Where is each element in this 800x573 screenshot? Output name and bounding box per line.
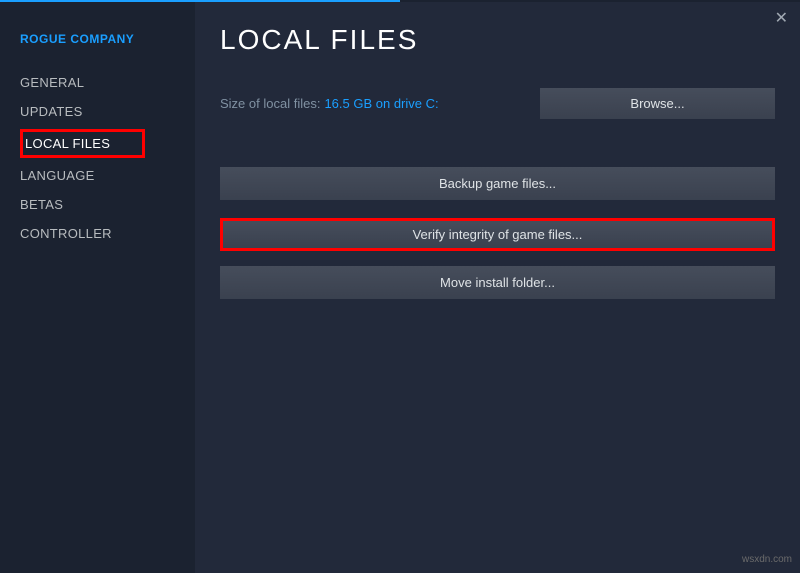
browse-button[interactable]: Browse... [540,88,775,119]
watermark: wsxdn.com [742,554,792,565]
sidebar-item-general[interactable]: GENERAL [20,68,195,97]
move-folder-button[interactable]: Move install folder... [220,266,775,299]
sidebar-item-betas[interactable]: BETAS [20,190,195,219]
size-row: Size of local files: 16.5 GB on drive C:… [220,88,775,119]
size-label: Size of local files: [220,96,320,111]
sidebar-item-updates[interactable]: UPDATES [20,97,195,126]
sidebar-item-language[interactable]: LANGUAGE [20,161,195,190]
page-title: LOCAL FILES [220,24,775,56]
main-panel: LOCAL FILES Size of local files: 16.5 GB… [195,2,800,573]
sidebar-item-controller[interactable]: CONTROLLER [20,219,195,248]
backup-button[interactable]: Backup game files... [220,167,775,200]
verify-integrity-button[interactable]: Verify integrity of game files... [220,218,775,251]
sidebar-item-local-files[interactable]: LOCAL FILES [20,129,145,158]
main-container: ROGUE COMPANY GENERAL UPDATES LOCAL FILE… [0,2,800,573]
sidebar: ROGUE COMPANY GENERAL UPDATES LOCAL FILE… [0,2,195,573]
sidebar-title: ROGUE COMPANY [20,32,195,46]
close-icon[interactable]: ✕ [775,8,788,28]
size-value: 16.5 GB on drive C: [324,96,438,111]
